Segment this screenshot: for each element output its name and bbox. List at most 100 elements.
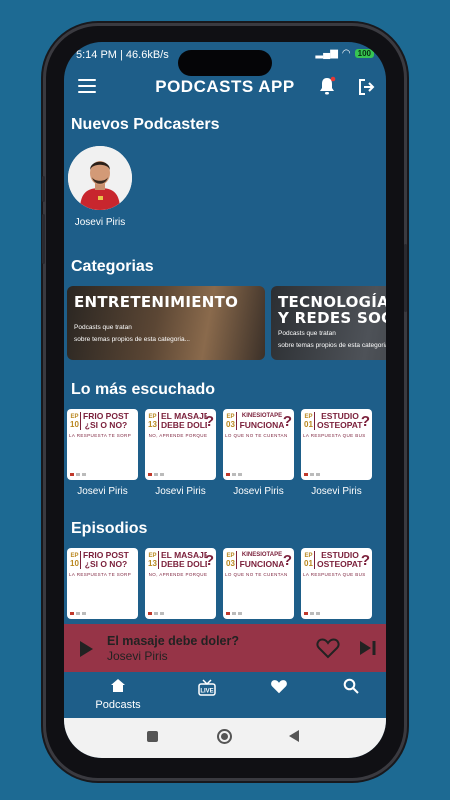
episode-cover: EP01 ESTUDIOOSTEOPATÍA ? LA RESPUESTA QU… [301, 548, 372, 619]
episode-number-value: 01 [304, 420, 313, 429]
episode-number-value: 13 [148, 420, 157, 429]
cover-decoration [70, 473, 86, 476]
cover-title: EL MASAJEDEBE DOLER [161, 412, 207, 430]
cover-decoration [304, 473, 320, 476]
bottom-navigation: Podcasts LIVE [64, 672, 386, 718]
player-author: Josevi Piris [107, 649, 168, 663]
nav-item-favorites[interactable] [268, 678, 290, 700]
section-title-episodes: Episodios [71, 520, 148, 537]
podcast-item[interactable]: EP 03 KINESIOTAPE FUNCIONA ? LO QUE NO TE … [223, 409, 294, 497]
bell-icon[interactable] [318, 76, 336, 96]
podcast-item[interactable]: EP13 EL MASAJEDEBE DOLER ? NO, APRENDE P… [145, 409, 216, 497]
cover-decoration [304, 612, 320, 615]
skip-next-icon[interactable] [359, 640, 377, 656]
podcast-cover: EP10 FRIO POST LESI¿SI O NO? LA RESPUEST… [67, 409, 138, 480]
episode-number: EP 03 [226, 553, 235, 568]
home-button[interactable] [217, 729, 232, 744]
category-card-entertainment[interactable]: ENTRETENIMIENTO Podcasts que tratan sobr… [67, 286, 265, 360]
back-button[interactable] [289, 730, 299, 742]
avatar-image [68, 146, 132, 210]
wifi-icon: ◠ [341, 48, 351, 59]
category-description-line: sobre temas propios de esta categoria... [278, 342, 386, 349]
podcast-author: Josevi Piris [311, 486, 362, 497]
episode-number-value: 10 [70, 420, 79, 429]
category-title: ENTRETENIMIENTO [74, 293, 239, 311]
question-mark-icon: ? [204, 552, 214, 569]
most-listened-list: EP10 FRIO POST LESI¿SI O NO? LA RESPUEST… [67, 409, 372, 497]
episode-item[interactable]: EP13 EL MASAJEDEBE DOLER ? NO, APRENDE P… [145, 548, 216, 619]
cover-subtitle: LA RESPUESTA TE SORPRENDERÁ [69, 572, 131, 577]
recents-button[interactable] [147, 731, 158, 742]
section-title-most-listened: Lo más escuchado [71, 381, 216, 398]
cover-subtitle: LO QUE NO TE CUENTAN CUENTOS [225, 433, 287, 438]
cover-title: ESTUDIOOSTEOPATÍA [317, 551, 363, 569]
nav-item-search[interactable] [340, 678, 362, 699]
podcast-cover: EP01 ESTUDIOOSTEOPATÍA ? LA RESPUESTA QU… [301, 409, 372, 480]
category-description-line: Podcasts que tratan [74, 324, 132, 331]
episode-item[interactable]: EP 03 KINESIOTAPE FUNCIONA ? LO QUE NO TE … [223, 548, 294, 619]
app-screen: 5:14 PM | 46.6kB/s ▂▄▆ ◠ 100 PODCASTS AP… [64, 42, 386, 758]
cover-title: FRIO POST LESI¿SI O NO? [83, 551, 129, 569]
cover-title: EL MASAJEDEBE DOLER [161, 551, 207, 569]
system-navigation-bar [64, 718, 386, 758]
category-description-line: Podcasts que tratan [278, 330, 336, 337]
episode-number: EP 01 [304, 553, 313, 568]
svg-text:LIVE: LIVE [200, 689, 213, 695]
nav-label: Podcasts [95, 699, 141, 711]
category-description-line: sobre temas propios de esta categoria... [74, 336, 190, 343]
phone-side-button [42, 176, 45, 202]
nav-item-podcasts[interactable]: Podcasts [94, 678, 142, 711]
podcaster-name: Josevi Piris [74, 217, 126, 228]
category-description: Podcasts que tratan sobre temas propios … [74, 322, 190, 346]
episode-number-value: 10 [70, 559, 79, 568]
cover-subtitle: LA RESPUESTA TE SORPRENDERÁ [69, 433, 131, 438]
episode-number: EP 13 [148, 414, 157, 429]
podcast-cover: EP13 EL MASAJEDEBE DOLER ? NO, APRENDE P… [145, 409, 216, 480]
cover-subtitle: NO, APRENDE PORQUE [148, 433, 208, 438]
podcast-item[interactable]: EP10 FRIO POST LESI¿SI O NO? LA RESPUEST… [67, 409, 138, 497]
episode-number-value: 03 [226, 420, 235, 429]
cover-subtitle: LO QUE NO TE CUENTAN CUENTOS [225, 572, 287, 577]
search-icon [343, 678, 359, 694]
podcast-cover: EP 03 KINESIOTAPE FUNCIONA ? LO QUE NO TE … [223, 409, 294, 480]
podcast-author: Josevi Piris [155, 486, 206, 497]
heart-icon[interactable] [316, 637, 340, 659]
cover-title: KINESIOTAPE FUNCIONA [239, 552, 285, 569]
question-mark-icon: ? [282, 552, 292, 569]
mini-player[interactable]: El masaje debe doler? Josevi Piris [64, 624, 386, 672]
heart-icon [271, 680, 287, 694]
logout-icon[interactable] [356, 77, 376, 97]
episode-number: EP 01 [304, 414, 313, 429]
question-mark-icon: ? [204, 413, 214, 430]
episode-number-value: 13 [148, 559, 157, 568]
episode-item[interactable]: EP01 ESTUDIOOSTEOPATÍA ? LA RESPUESTA QU… [301, 548, 372, 619]
category-description: Podcasts que tratan sobre temas propios … [278, 328, 386, 352]
episode-cover: EP13 EL MASAJEDEBE DOLER ? NO, APRENDE P… [145, 548, 216, 619]
podcast-author: Josevi Piris [233, 486, 284, 497]
cover-subtitle: NO, APRENDE PORQUE [148, 572, 208, 577]
podcast-item[interactable]: EP01 ESTUDIOOSTEOPATÍA ? LA RESPUESTA QU… [301, 409, 372, 497]
avatar [68, 146, 132, 210]
question-mark-icon: ? [360, 413, 370, 430]
category-card-technology[interactable]: TECNOLOGÍA Y REDES SOCIAL Podcasts que t… [271, 286, 386, 360]
question-mark-icon: ? [360, 552, 370, 569]
episode-item[interactable]: EP10 FRIO POST LESI¿SI O NO? LA RESPUEST… [67, 548, 138, 619]
cover-decoration [226, 612, 242, 615]
episode-cover: EP 03 KINESIOTAPE FUNCIONA ? LO QUE NO TE … [223, 548, 294, 619]
episodes-list: EP10 FRIO POST LESI¿SI O NO? LA RESPUEST… [67, 548, 372, 619]
episode-number: EP 13 [148, 553, 157, 568]
nav-item-live[interactable]: LIVE [196, 678, 218, 703]
question-mark-icon: ? [282, 413, 292, 430]
cover-decoration [226, 473, 242, 476]
play-icon[interactable] [80, 641, 93, 657]
cover-subtitle: LA RESPUESTA QUE BUSCABAS [303, 572, 365, 577]
cover-decoration [148, 473, 164, 476]
categories-list: ENTRETENIMIENTO Podcasts que tratan sobr… [67, 286, 386, 360]
category-title: TECNOLOGÍA Y REDES SOCIAL [278, 294, 386, 326]
status-time: 5:14 PM | 46.6kB/s [76, 49, 169, 61]
section-title-categories: Categorias [71, 258, 154, 275]
episode-number: EP 10 [70, 553, 79, 568]
podcaster-item[interactable]: Josevi Piris [67, 146, 133, 228]
signal-icon: ▂▄▆ [315, 48, 338, 59]
battery-icon: 100 [354, 49, 374, 58]
